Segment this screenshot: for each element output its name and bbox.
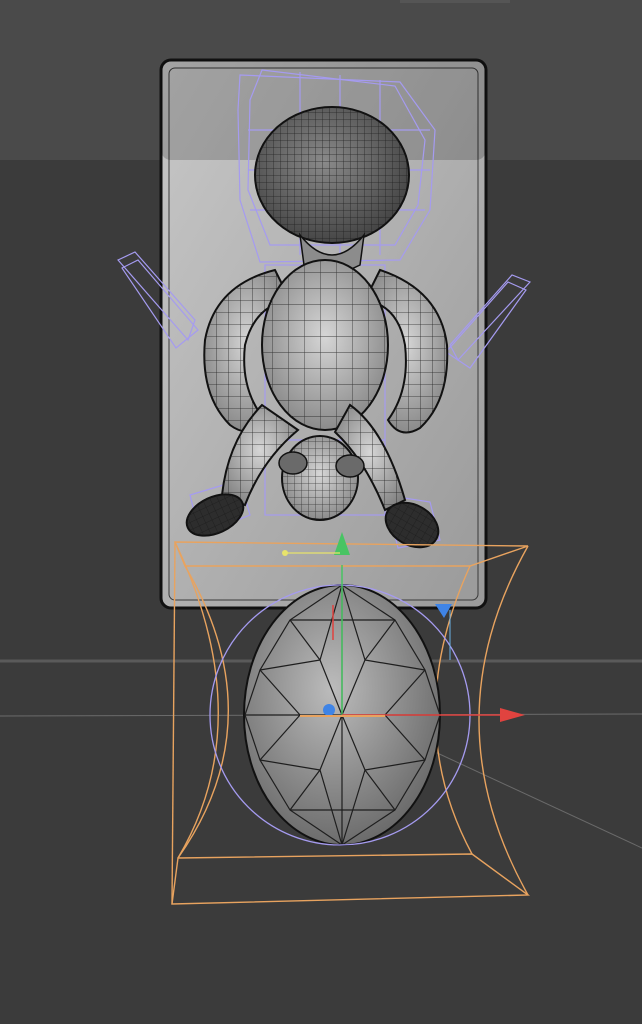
gizmo-z-handle[interactable] xyxy=(323,704,335,716)
viewport-canvas[interactable] xyxy=(0,0,642,1024)
deformer-handle-icon[interactable] xyxy=(282,550,288,556)
character-torso[interactable] xyxy=(261,259,389,431)
3d-viewport[interactable] xyxy=(0,0,642,1024)
viewport-top-strip xyxy=(400,0,510,3)
